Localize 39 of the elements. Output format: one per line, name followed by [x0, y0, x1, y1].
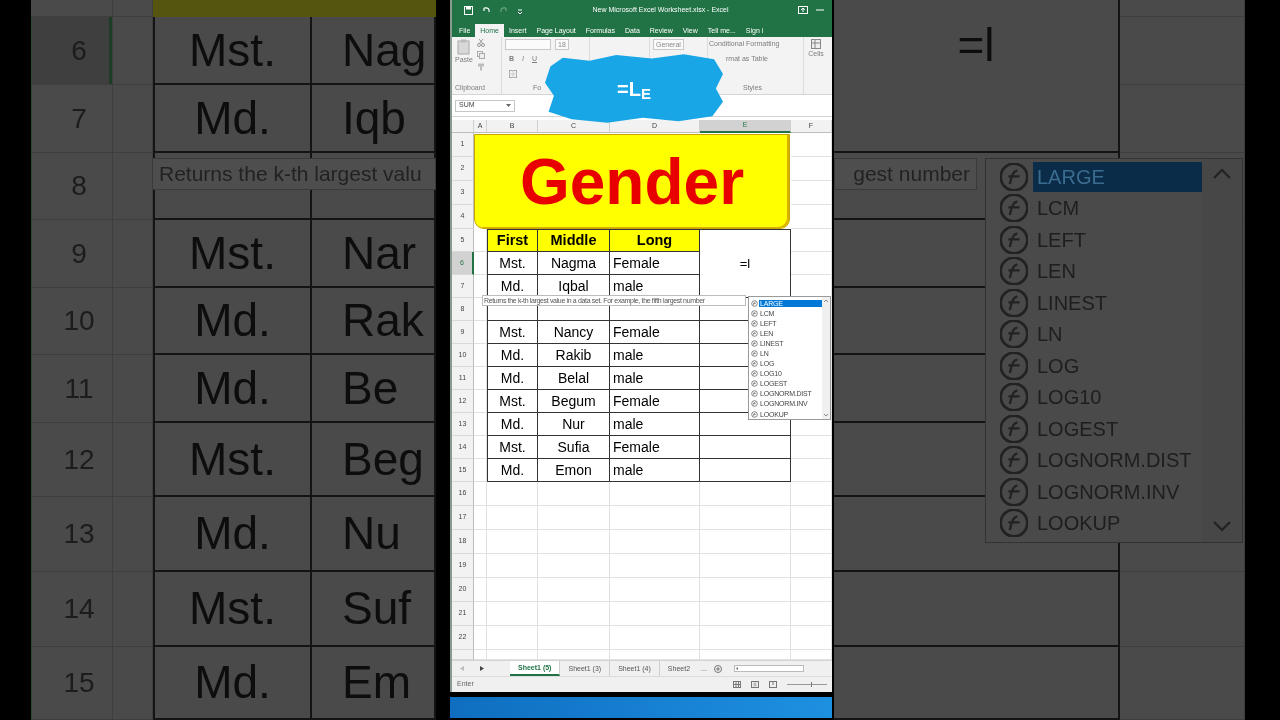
table-cell: Md.: [487, 367, 538, 390]
column-heading: First: [487, 229, 538, 252]
table-cell: male: [610, 367, 700, 390]
title-banner: Gender: [474, 134, 790, 229]
table-cell: Female: [610, 321, 700, 344]
column-heading: Middle: [538, 229, 610, 252]
table-cell: Md.: [487, 344, 538, 367]
table-cell: Mst.: [487, 390, 538, 413]
table-cell: Nagma: [538, 252, 610, 275]
table-cell: Rakib: [538, 344, 610, 367]
table-cell: Mst.: [487, 436, 538, 459]
column-heading: Long: [610, 229, 700, 252]
table-cell: Sufia: [538, 436, 610, 459]
overlay-text: =L$_{E}$: [617, 78, 651, 99]
table-cell: Begum: [538, 390, 610, 413]
table-cell: Md.: [153, 355, 312, 423]
table-cell: Mst.: [153, 220, 312, 288]
table-cell: Mst.: [153, 423, 312, 497]
table-cell: Md.: [153, 85, 312, 153]
table-cell: male: [610, 413, 700, 436]
table-cell: Female: [610, 390, 700, 413]
table-cell: Mst.: [153, 17, 312, 85]
table-cell: Nur: [538, 413, 610, 436]
table-cell: Female: [610, 252, 700, 275]
table-cell: Emon: [538, 459, 610, 482]
table-cell: Md.: [487, 413, 538, 436]
table-cell: Mst.: [487, 321, 538, 344]
table-cell: Md.: [153, 647, 312, 720]
table-cell: Md.: [153, 497, 312, 572]
table-cell: male: [610, 459, 700, 482]
table-cell: Nancy: [538, 321, 610, 344]
table-cell: Female: [610, 436, 700, 459]
table-cell: Belal: [538, 367, 610, 390]
table-cell: Mst.: [153, 572, 312, 647]
table-cell: male: [610, 344, 700, 367]
table-cell: Mst.: [487, 252, 538, 275]
table-cell: =l: [834, 0, 1120, 153]
table-cell: Md.: [487, 459, 538, 482]
table-cell: Md.: [153, 288, 312, 355]
